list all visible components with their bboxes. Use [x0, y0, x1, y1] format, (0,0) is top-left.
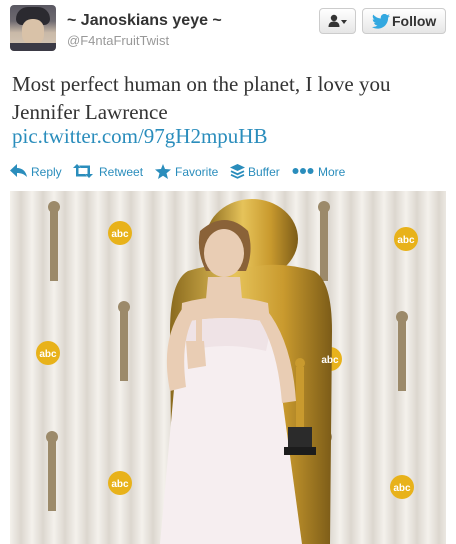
user-avatar[interactable]: [10, 5, 56, 51]
tweet-photo[interactable]: abc abc abc abc abc abc: [10, 191, 446, 544]
more-dots-icon: [292, 168, 314, 174]
buffer-label: Buffer: [248, 165, 280, 179]
retweet-icon: [73, 164, 93, 178]
user-actions-button[interactable]: [319, 8, 356, 34]
user-dropdown-icon: [328, 14, 347, 27]
twitter-bird-icon: [372, 14, 390, 29]
tweet-photo-link[interactable]: pic.twitter.com/97gH2mpuHB: [12, 124, 267, 149]
avatar-face: [22, 19, 44, 45]
more-label: More: [318, 165, 346, 179]
reply-label: Reply: [31, 165, 62, 179]
user-handle[interactable]: @F4ntaFruitTwist: [67, 33, 169, 48]
buffer-stack-icon: [230, 164, 245, 179]
retweet-label: Retweet: [99, 165, 144, 179]
tweet-text: Most perfect human on the planet, I love…: [12, 72, 391, 124]
favorite-label: Favorite: [175, 165, 219, 179]
abc-logo-text: abc: [393, 483, 411, 494]
abc-logo-text: abc: [321, 355, 339, 366]
abc-logo-text: abc: [39, 349, 57, 360]
abc-logo-text: abc: [397, 235, 415, 246]
abc-logo-text: abc: [111, 229, 129, 240]
avatar-shirt: [10, 43, 56, 51]
reply-arrow-icon: [10, 164, 27, 177]
user-display-name[interactable]: ~ Janoskians yeye ~: [67, 12, 222, 30]
follow-button[interactable]: Follow: [362, 8, 446, 34]
abc-logo-text: abc: [111, 479, 129, 490]
follow-button-label: Follow: [392, 13, 437, 29]
star-icon: [155, 164, 171, 179]
photo-illustration: abc abc abc abc abc abc: [10, 191, 446, 544]
